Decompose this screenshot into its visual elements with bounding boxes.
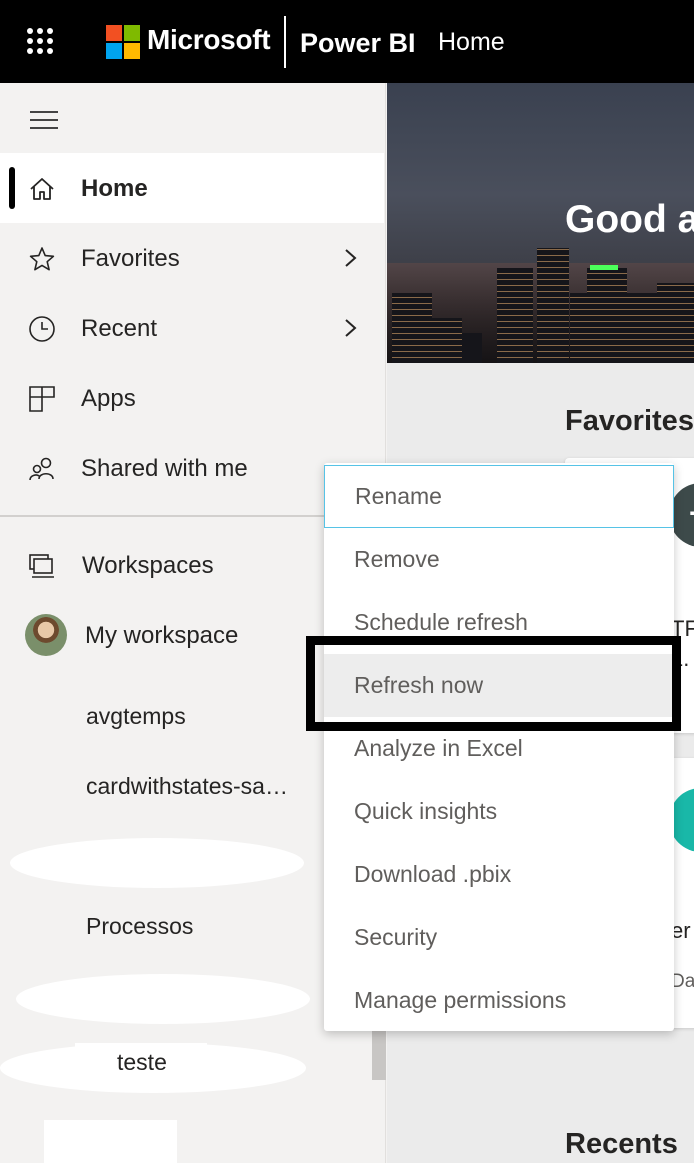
header-divider [284, 16, 286, 68]
star-icon [29, 247, 55, 271]
menu-item-remove[interactable]: Remove [324, 528, 674, 591]
favorites-section-title: Favorites [565, 405, 694, 437]
menu-item-refresh-now[interactable]: Refresh now [324, 654, 674, 717]
workspaces-icon [29, 554, 54, 578]
nav-label-my-workspace: My workspace [85, 622, 239, 649]
card-glyph: + [689, 495, 694, 532]
menu-item-analyze-in-excel[interactable]: Analyze in Excel [324, 717, 674, 780]
active-indicator [9, 167, 15, 209]
card-title-fragment: TF [671, 616, 694, 641]
avatar [25, 614, 67, 656]
nav-label-apps: Apps [81, 385, 136, 412]
menu-item-download-pbix[interactable]: Download .pbix [324, 843, 674, 906]
menu-item-security[interactable]: Security [324, 906, 674, 969]
menu-item-quick-insights[interactable]: Quick insights [324, 780, 674, 843]
menu-item-manage-permissions[interactable]: Manage permissions [324, 969, 674, 1032]
redacted-item [44, 1120, 177, 1163]
chevron-right-icon[interactable] [340, 317, 360, 339]
nav-item-home[interactable]: Home [0, 153, 384, 223]
home-icon [30, 178, 54, 200]
microsoft-logo-icon [106, 25, 140, 59]
app-launcher-icon[interactable] [27, 28, 55, 56]
breadcrumb-page: Home [438, 28, 505, 56]
shared-icon [29, 457, 54, 481]
workspace-item-processos[interactable]: Processos [86, 913, 193, 940]
apps-icon [29, 386, 55, 412]
workspace-item-cardwithstates[interactable]: cardwithstates-sa… [86, 773, 288, 800]
greeting-text: Good a [565, 198, 694, 241]
chevron-right-icon[interactable] [340, 247, 360, 269]
nav-label-home: Home [81, 175, 148, 202]
card-sub-fragment: Da [671, 971, 694, 992]
clock-icon [29, 316, 55, 342]
workspace-item-teste[interactable]: teste [117, 1049, 167, 1076]
redacted-item [16, 974, 310, 1024]
nav-label-workspaces: Workspaces [82, 552, 214, 579]
nav-item-apps[interactable]: Apps [0, 363, 384, 433]
recents-section-title: Recents [565, 1128, 678, 1160]
context-menu: Rename Remove Schedule refresh Refresh n… [324, 463, 674, 1031]
microsoft-brand: Microsoft [147, 24, 271, 55]
power-bi-brand[interactable]: Power BI [300, 28, 416, 59]
top-header: Microsoft Power BI Home [0, 0, 694, 83]
nav-label-favorites: Favorites [81, 245, 180, 272]
workspace-item-avgtemps[interactable]: avgtemps [86, 703, 186, 730]
redacted-item [10, 838, 304, 888]
hero-banner: Good a [387, 83, 694, 363]
nav-label-shared: Shared with me [81, 455, 248, 482]
menu-item-rename[interactable]: Rename [324, 465, 674, 528]
nav-label-recent: Recent [81, 315, 158, 342]
menu-item-schedule-refresh[interactable]: Schedule refresh [324, 591, 674, 654]
nav-item-favorites[interactable]: Favorites [0, 223, 384, 293]
nav-item-recent[interactable]: Recent [0, 293, 384, 363]
hamburger-menu-icon[interactable] [30, 111, 58, 129]
